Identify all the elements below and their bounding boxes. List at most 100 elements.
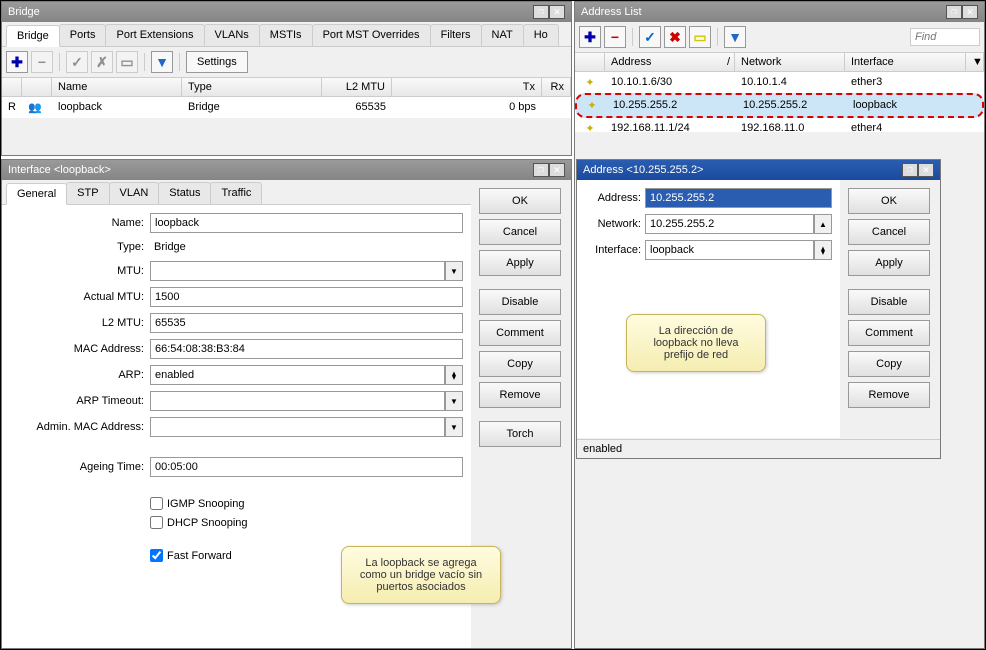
select-arrow-icon[interactable]: ⧫ bbox=[445, 365, 463, 385]
chevron-up-icon[interactable]: ▲ bbox=[814, 214, 832, 234]
chevron-down-icon[interactable]: ▼ bbox=[445, 391, 463, 411]
dhcp-checkbox[interactable] bbox=[150, 516, 163, 529]
tab-port-extensions[interactable]: Port Extensions bbox=[105, 24, 204, 46]
close-icon[interactable]: ✕ bbox=[962, 5, 978, 19]
filter-icon[interactable]: ▼ bbox=[151, 51, 173, 73]
tab-mstis[interactable]: MSTIs bbox=[259, 24, 313, 46]
restore-icon[interactable]: ❐ bbox=[533, 163, 549, 177]
copy-button[interactable]: Copy bbox=[479, 351, 561, 377]
admin-mac-field[interactable] bbox=[150, 417, 445, 437]
igmp-checkbox[interactable] bbox=[150, 497, 163, 510]
remove-button[interactable]: − bbox=[31, 51, 53, 73]
close-icon[interactable]: ✕ bbox=[918, 163, 934, 177]
ok-button[interactable]: OK bbox=[479, 188, 561, 214]
address-list-toolbar: ✚ − ✓ ✖ ▭ ▼ bbox=[575, 22, 984, 53]
bridge-title: Bridge bbox=[8, 6, 40, 18]
interface-title: Interface <loopback> bbox=[8, 164, 111, 176]
comment-button[interactable]: ▭ bbox=[116, 51, 138, 73]
tab-ho[interactable]: Ho bbox=[523, 24, 559, 46]
col-interface[interactable]: Interface bbox=[845, 53, 966, 71]
col-name[interactable]: Name bbox=[52, 78, 182, 96]
cancel-button[interactable]: Cancel bbox=[479, 219, 561, 245]
l2mtu-field[interactable] bbox=[150, 313, 463, 333]
col-rx[interactable]: Rx bbox=[542, 78, 571, 96]
bridge-toolbar: ✚ − ✓ ✗ ▭ ▼ Settings bbox=[2, 47, 571, 78]
copy-button[interactable]: Copy bbox=[848, 351, 930, 377]
select-arrow-icon[interactable]: ⧫ bbox=[814, 240, 832, 260]
disable-button[interactable]: ✗ bbox=[91, 51, 113, 73]
tab-vlan[interactable]: VLAN bbox=[109, 182, 160, 204]
disable-button[interactable]: Disable bbox=[479, 289, 561, 315]
ok-button[interactable]: OK bbox=[848, 188, 930, 214]
add-button[interactable]: ✚ bbox=[6, 51, 28, 73]
address-list-table-body: ✦ 10.10.1.6/30 10.10.1.4 ether3 ✦ 10.255… bbox=[575, 72, 984, 132]
enable-button[interactable]: ✓ bbox=[639, 26, 661, 48]
restore-icon[interactable]: ❐ bbox=[533, 5, 549, 19]
status-bar: enabled bbox=[577, 439, 940, 458]
mtu-field[interactable] bbox=[150, 261, 445, 281]
disable-button[interactable]: Disable bbox=[848, 289, 930, 315]
col-address[interactable]: Address/ bbox=[605, 53, 735, 71]
interface-field[interactable] bbox=[645, 240, 814, 260]
bridge-table-body: R 👥 loopback Bridge 65535 0 bps bbox=[2, 97, 571, 118]
apply-button[interactable]: Apply bbox=[479, 250, 561, 276]
restore-icon[interactable]: ❐ bbox=[946, 5, 962, 19]
add-button[interactable]: ✚ bbox=[579, 26, 601, 48]
close-icon[interactable]: ✕ bbox=[549, 5, 565, 19]
tab-port-mst-overrides[interactable]: Port MST Overrides bbox=[312, 24, 431, 46]
chevron-down-icon[interactable]: ▼ bbox=[445, 417, 463, 437]
close-icon[interactable]: ✕ bbox=[549, 163, 565, 177]
disable-button[interactable]: ✖ bbox=[664, 26, 686, 48]
arp-field[interactable] bbox=[150, 365, 445, 385]
mac-field[interactable] bbox=[150, 339, 463, 359]
bridge-window: Bridge ❐ ✕ Bridge Ports Port Extensions … bbox=[1, 1, 572, 156]
comment-button[interactable]: ▭ bbox=[689, 26, 711, 48]
chevron-down-icon[interactable]: ▼ bbox=[445, 261, 463, 281]
col-network[interactable]: Network bbox=[735, 53, 845, 71]
tab-bridge[interactable]: Bridge bbox=[6, 25, 60, 47]
remove-button[interactable]: Remove bbox=[479, 382, 561, 408]
col-tx[interactable]: Tx bbox=[392, 78, 542, 96]
callout-bridge: La loopback se agrega como un bridge vac… bbox=[341, 546, 501, 604]
address-field[interactable] bbox=[645, 188, 832, 208]
name-field[interactable] bbox=[150, 213, 463, 233]
cancel-button[interactable]: Cancel bbox=[848, 219, 930, 245]
apply-button[interactable]: Apply bbox=[848, 250, 930, 276]
ff-checkbox[interactable] bbox=[150, 549, 163, 562]
ageing-field[interactable] bbox=[150, 457, 463, 477]
callout-address: La dirección de loopback no lleva prefij… bbox=[626, 314, 766, 372]
address-list-titlebar: Address List ❐ ✕ bbox=[575, 2, 984, 22]
menu-arrow-icon[interactable]: ▼ bbox=[966, 53, 984, 71]
actual-mtu-field[interactable] bbox=[150, 287, 463, 307]
tab-general[interactable]: General bbox=[6, 183, 67, 205]
tab-filters[interactable]: Filters bbox=[430, 24, 482, 46]
remove-button[interactable]: − bbox=[604, 26, 626, 48]
type-value: Bridge bbox=[150, 239, 463, 255]
tab-nat[interactable]: NAT bbox=[481, 24, 524, 46]
arp-timeout-field[interactable] bbox=[150, 391, 445, 411]
settings-button[interactable]: Settings bbox=[186, 51, 248, 73]
bridge-tabs: Bridge Ports Port Extensions VLANs MSTIs… bbox=[2, 22, 571, 47]
find-input[interactable] bbox=[910, 28, 980, 46]
address-icon: ✦ bbox=[575, 74, 605, 91]
tab-status[interactable]: Status bbox=[158, 182, 211, 204]
filter-icon[interactable]: ▼ bbox=[724, 26, 746, 48]
col-l2mtu[interactable]: L2 MTU bbox=[322, 78, 392, 96]
tab-traffic[interactable]: Traffic bbox=[210, 182, 262, 204]
comment-button[interactable]: Comment bbox=[848, 320, 930, 346]
table-row[interactable]: ✦ 10.255.255.2 10.255.255.2 loopback bbox=[575, 93, 984, 118]
tab-vlans[interactable]: VLANs bbox=[204, 24, 260, 46]
table-row[interactable]: ✦ 10.10.1.6/30 10.10.1.4 ether3 bbox=[575, 72, 984, 93]
bridge-icon: 👥 bbox=[22, 99, 52, 116]
enable-button[interactable]: ✓ bbox=[66, 51, 88, 73]
remove-button[interactable]: Remove bbox=[848, 382, 930, 408]
restore-icon[interactable]: ❐ bbox=[902, 163, 918, 177]
comment-button[interactable]: Comment bbox=[479, 320, 561, 346]
table-row[interactable]: ✦ 192.168.11.1/24 192.168.11.0 ether4 bbox=[575, 118, 984, 139]
tab-stp[interactable]: STP bbox=[66, 182, 109, 204]
torch-button[interactable]: Torch bbox=[479, 421, 561, 447]
tab-ports[interactable]: Ports bbox=[59, 24, 107, 46]
table-row[interactable]: R 👥 loopback Bridge 65535 0 bps bbox=[2, 97, 571, 118]
network-field[interactable] bbox=[645, 214, 814, 234]
col-type[interactable]: Type bbox=[182, 78, 322, 96]
